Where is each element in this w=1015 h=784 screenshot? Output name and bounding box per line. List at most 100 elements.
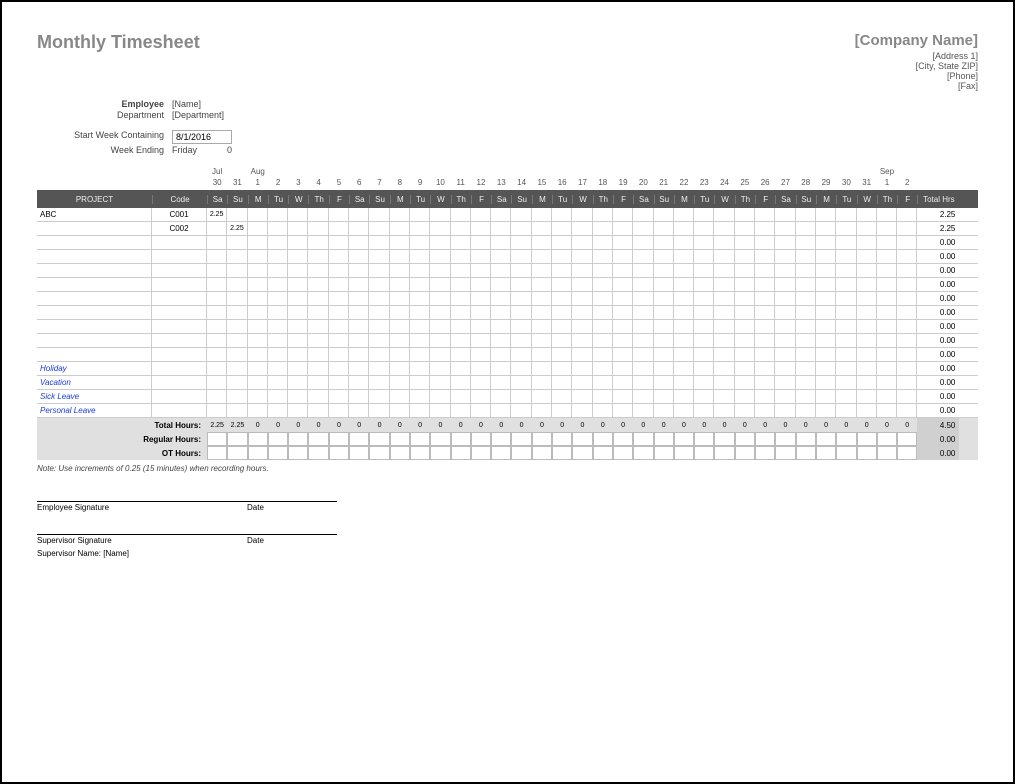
hour-cell[interactable] [268,236,288,249]
regular-cell[interactable] [654,432,674,446]
hour-cell[interactable] [329,278,349,291]
hour-cell[interactable] [877,208,897,221]
hour-cell[interactable] [430,306,450,319]
hour-cell[interactable] [390,362,410,375]
hour-cell[interactable] [532,376,552,389]
ot-cell[interactable] [714,446,734,460]
hour-cell[interactable] [410,376,430,389]
hour-cell[interactable] [511,236,531,249]
hour-cell[interactable] [897,390,917,403]
hour-cell[interactable] [349,236,369,249]
hour-cell[interactable] [227,278,247,291]
hour-cell[interactable] [552,250,572,263]
code-cell[interactable] [152,376,207,389]
hour-cell[interactable] [593,320,613,333]
hour-cell[interactable] [755,278,775,291]
hour-cell[interactable] [491,264,511,277]
hour-cell[interactable] [897,306,917,319]
hour-cell[interactable] [532,250,552,263]
hour-cell[interactable] [796,208,816,221]
hour-cell[interactable] [674,250,694,263]
hour-cell[interactable] [329,222,349,235]
hour-cell[interactable] [796,348,816,361]
hour-cell[interactable] [207,376,227,389]
hour-cell[interactable] [491,208,511,221]
hour-cell[interactable] [755,376,775,389]
regular-cell[interactable] [694,432,714,446]
hour-cell[interactable] [775,236,795,249]
hour-cell[interactable] [268,278,288,291]
hour-cell[interactable] [755,362,775,375]
hour-cell[interactable] [816,292,836,305]
hour-cell[interactable] [532,208,552,221]
hour-cell[interactable] [369,222,389,235]
hour-cell[interactable] [613,292,633,305]
hour-cell[interactable] [897,348,917,361]
hour-cell[interactable] [451,236,471,249]
hour-cell[interactable] [775,390,795,403]
hour-cell[interactable] [207,320,227,333]
hour-cell[interactable] [572,334,592,347]
hour-cell[interactable] [430,404,450,417]
hour-cell[interactable] [857,278,877,291]
hour-cell[interactable] [532,320,552,333]
hour-cell[interactable] [430,348,450,361]
hour-cell[interactable] [836,264,856,277]
ot-cell[interactable] [471,446,491,460]
hour-cell[interactable] [593,362,613,375]
hour-cell[interactable] [613,264,633,277]
hour-cell[interactable] [491,334,511,347]
hour-cell[interactable] [552,334,572,347]
hour-cell[interactable] [897,320,917,333]
hour-cell[interactable] [349,264,369,277]
hour-cell[interactable] [430,292,450,305]
hour-cell[interactable] [633,306,653,319]
hour-cell[interactable] [329,236,349,249]
regular-cell[interactable] [329,432,349,446]
hour-cell[interactable] [451,222,471,235]
hour-cell[interactable] [633,390,653,403]
code-cell[interactable] [152,306,207,319]
hour-cell[interactable] [796,306,816,319]
hour-cell[interactable] [593,306,613,319]
ot-cell[interactable] [451,446,471,460]
hour-cell[interactable] [775,306,795,319]
hour-cell[interactable] [349,376,369,389]
hour-cell[interactable] [207,334,227,347]
hour-cell[interactable] [552,236,572,249]
hour-cell[interactable] [207,236,227,249]
hour-cell[interactable] [248,404,268,417]
hour-cell[interactable] [775,264,795,277]
hour-cell[interactable] [735,264,755,277]
hour-cell[interactable] [613,348,633,361]
hour-cell[interactable] [349,278,369,291]
code-cell[interactable] [152,278,207,291]
hour-cell[interactable] [552,208,572,221]
hour-cell[interactable] [816,348,836,361]
ot-cell[interactable] [532,446,552,460]
hour-cell[interactable] [877,390,897,403]
hour-cell[interactable] [877,376,897,389]
ot-cell[interactable] [511,446,531,460]
hour-cell[interactable] [674,208,694,221]
hour-cell[interactable] [674,404,694,417]
hour-cell[interactable] [694,236,714,249]
regular-cell[interactable] [816,432,836,446]
hour-cell[interactable] [633,236,653,249]
hour-cell[interactable] [390,208,410,221]
hour-cell[interactable] [735,334,755,347]
regular-cell[interactable] [227,432,247,446]
project-cell[interactable] [37,320,152,333]
ot-cell[interactable] [857,446,877,460]
hour-cell[interactable] [430,264,450,277]
ot-cell[interactable] [552,446,572,460]
hour-cell[interactable] [248,334,268,347]
hour-cell[interactable] [491,348,511,361]
hour-cell[interactable] [288,250,308,263]
hour-cell[interactable] [430,390,450,403]
hour-cell[interactable] [552,404,572,417]
hour-cell[interactable] [491,278,511,291]
hour-cell[interactable] [308,222,328,235]
hour-cell[interactable] [471,264,491,277]
hour-cell[interactable] [897,250,917,263]
